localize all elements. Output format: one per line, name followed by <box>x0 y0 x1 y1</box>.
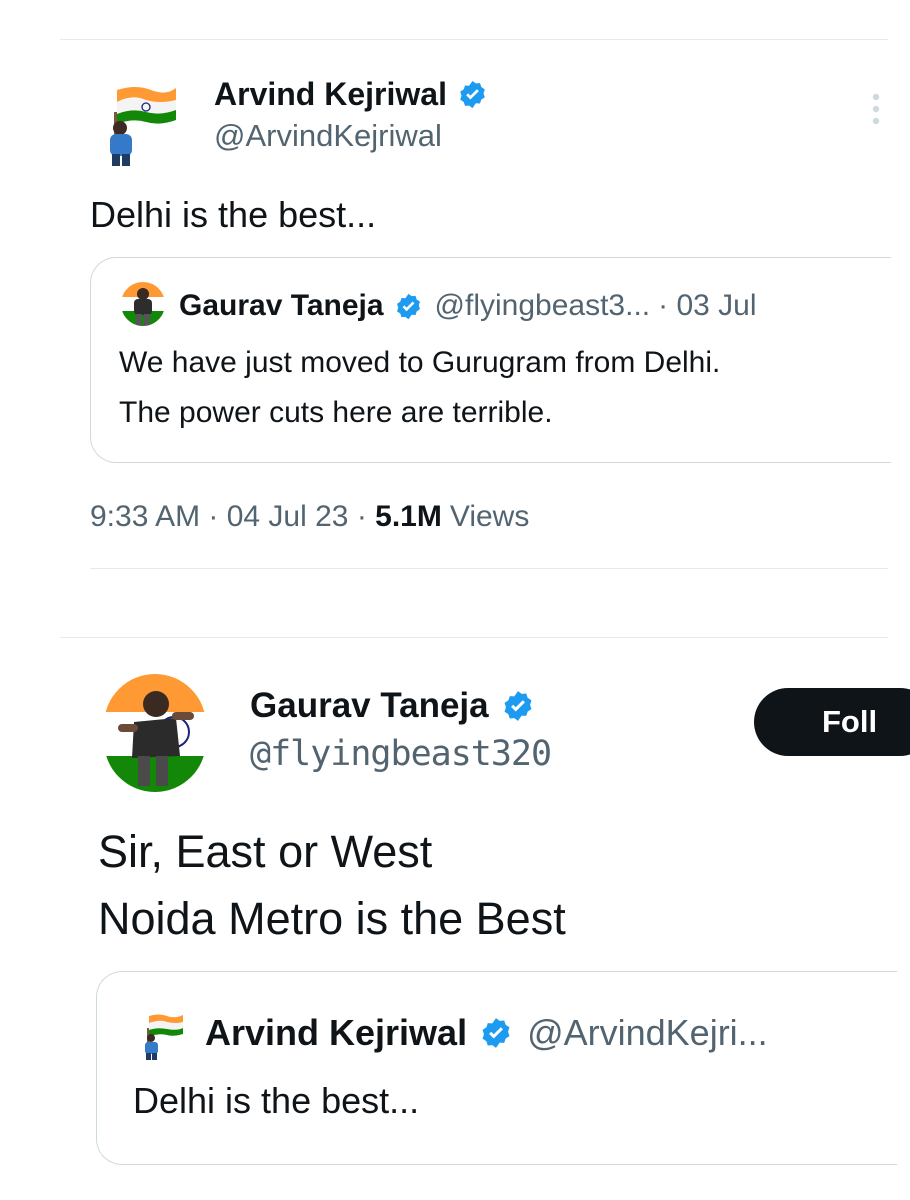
top-divider <box>60 39 888 40</box>
gaurav-avatar-icon <box>121 282 165 326</box>
quoted-author-name[interactable]: Gaurav Taneja <box>179 289 384 323</box>
quoted-tweet[interactable]: Gaurav Taneja @flyingbeast3... · 03 Jul … <box>90 257 891 463</box>
quoted-avatar[interactable] <box>121 282 165 326</box>
tweet-text-line: Sir, East or West <box>98 826 433 877</box>
quoted-text: Delhi is the best... <box>133 1080 420 1121</box>
quoted-date: · 03 Jul <box>658 289 757 322</box>
quoted-text-line: We have just moved to Gurugram from Delh… <box>119 346 721 379</box>
verified-badge-icon <box>394 292 423 321</box>
follow-button[interactable]: Foll <box>754 688 910 756</box>
quoted-tweet[interactable]: Arvind Kejriwal @ArvindKejri... Delhi is… <box>96 971 897 1165</box>
tweet-meta: 9:33 AM · 04 Jul 23 · 5.1M Views <box>90 500 529 534</box>
views-count: 5.1M <box>375 500 442 533</box>
author-name[interactable]: Gaurav Taneja <box>250 686 489 726</box>
timestamp[interactable]: 9:33 AM · 04 Jul 23 · <box>90 500 375 534</box>
avatar[interactable] <box>96 78 186 168</box>
flag-avatar-icon <box>110 87 176 166</box>
section-divider <box>90 568 888 569</box>
quoted-author-handle[interactable]: @flyingbeast3... <box>435 289 651 323</box>
tweet-text: Delhi is the best... <box>90 194 377 235</box>
quoted-avatar[interactable] <box>137 1010 187 1060</box>
tweet-text-line: Noida Metro is the Best <box>98 893 566 944</box>
verified-badge-icon <box>501 689 535 723</box>
quoted-text-line: The power cuts here are terrible. <box>119 396 553 429</box>
flag-avatar-icon <box>145 1014 183 1060</box>
section-divider <box>60 637 888 638</box>
avatar[interactable] <box>104 674 206 792</box>
author-handle[interactable]: @flyingbeast320 <box>250 734 552 774</box>
quoted-author-handle[interactable]: @ArvindKejri... <box>527 1012 768 1054</box>
more-options-icon[interactable] <box>868 92 884 126</box>
views-label: Views <box>449 500 530 533</box>
author-name[interactable]: Arvind Kejriwal <box>214 76 447 113</box>
quoted-author-name[interactable]: Arvind Kejriwal <box>205 1012 467 1054</box>
verified-badge-icon <box>479 1016 513 1050</box>
author-handle[interactable]: @ArvindKejriwal <box>214 118 442 154</box>
gaurav-avatar-icon <box>104 674 206 792</box>
verified-badge-icon <box>457 79 488 110</box>
